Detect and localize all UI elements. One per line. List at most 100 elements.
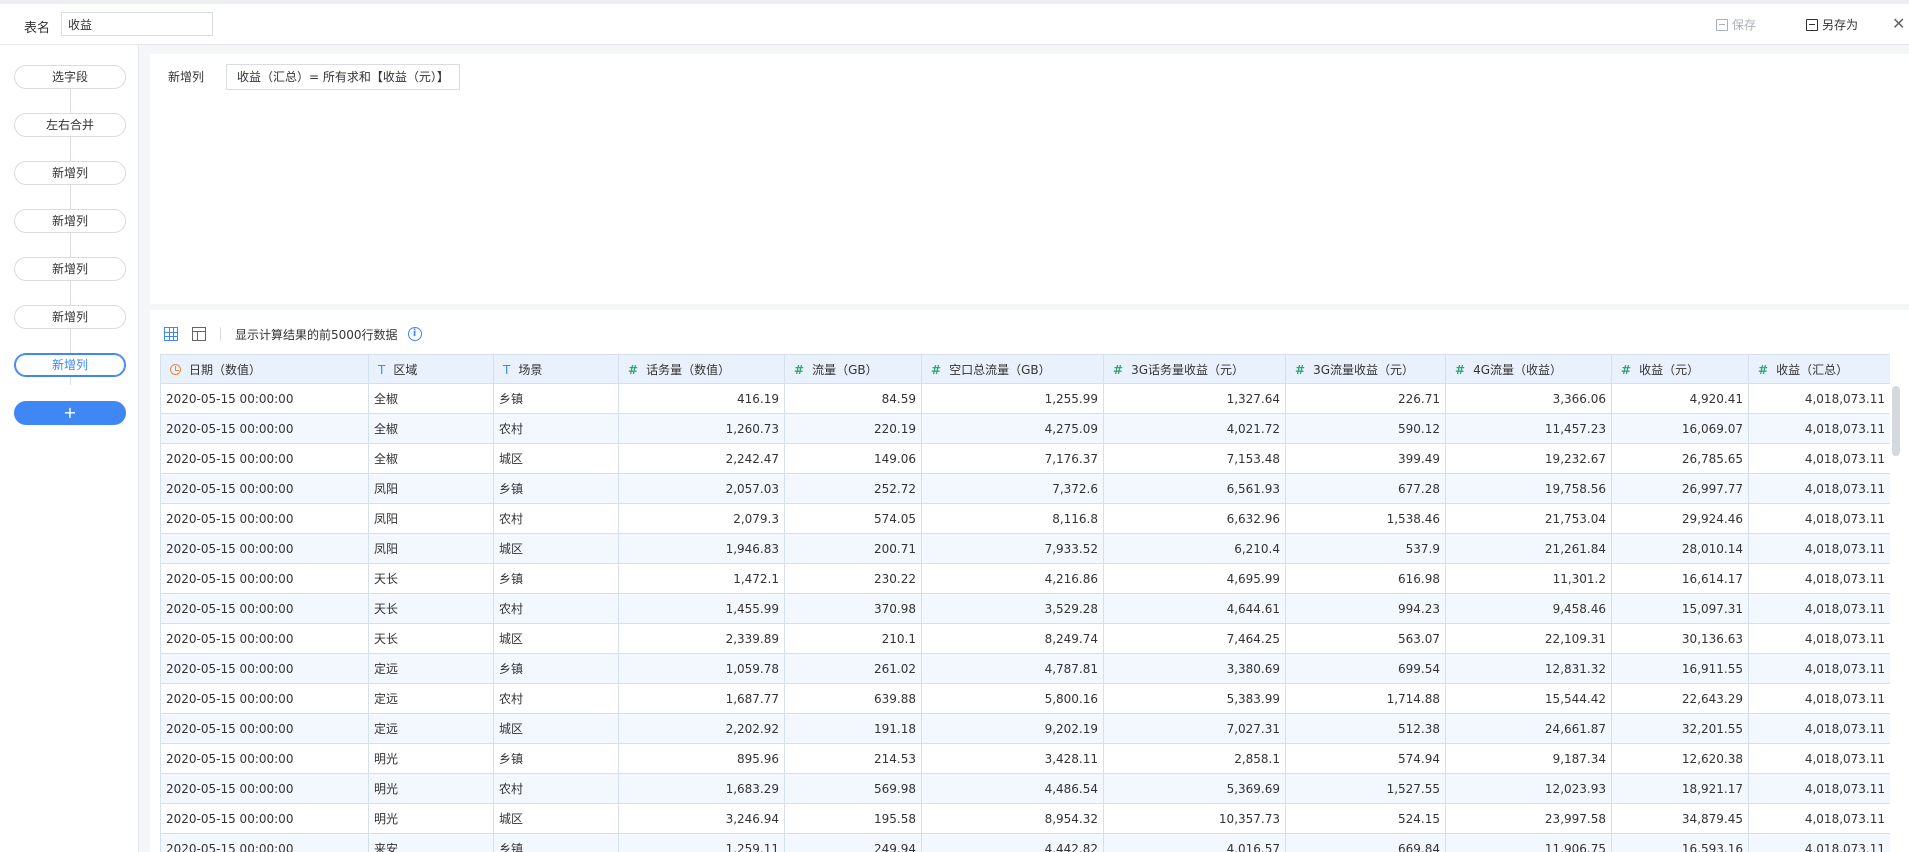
- table-cell: 1,455.99: [618, 593, 785, 624]
- table-row[interactable]: 2020-05-15 00:00:00 凤阳 城区 1,946.83 200.71 7,9…: [160, 533, 1890, 564]
- table-toolbar: 显示计算结果的前5000行数据 i: [164, 324, 422, 344]
- table-cell: 16,614.17: [1611, 563, 1749, 594]
- table-row[interactable]: 2020-05-15 00:00:00 天长 城区 2,339.89 210.1 8,24…: [160, 623, 1890, 654]
- table-cell: 21,261.84: [1445, 533, 1612, 564]
- table-cell: 994.23: [1285, 593, 1446, 624]
- info-icon[interactable]: i: [407, 327, 422, 341]
- step-item[interactable]: 新增列: [14, 305, 126, 329]
- table-cell: 11,301.2: [1445, 563, 1612, 594]
- column-header[interactable]: # 收益（汇总）: [1748, 354, 1890, 384]
- column-header-label: 话务量（数值）: [646, 362, 731, 377]
- table-cell: 9,202.19: [921, 713, 1104, 744]
- table-cell: 15,097.31: [1611, 593, 1749, 624]
- vertical-scrollbar[interactable]: [1892, 386, 1900, 456]
- table-cell: 1,714.88: [1285, 683, 1446, 714]
- column-header-label: 收益（汇总）: [1776, 362, 1849, 377]
- table-cell: 28,010.14: [1611, 533, 1749, 564]
- table-cell: 城区: [493, 443, 619, 474]
- table-cell: 24,661.87: [1445, 713, 1612, 744]
- table-cell: 574.05: [784, 503, 922, 534]
- table-cell: 2,202.92: [618, 713, 785, 744]
- step-item[interactable]: 左右合并: [14, 113, 126, 137]
- table-row[interactable]: 2020-05-15 00:00:00 定远 农村 1,687.77 639.88 5,8…: [160, 683, 1890, 714]
- table-cell: 2020-05-15 00:00:00: [160, 803, 369, 834]
- table-cell: 512.38: [1285, 713, 1446, 744]
- column-header[interactable]: # 收益（元）: [1611, 354, 1749, 384]
- table-cell: 4,018,073.11: [1748, 683, 1890, 714]
- table-row[interactable]: 2020-05-15 00:00:00 全椒 农村 1,260.73 220.19 4,2…: [160, 413, 1890, 444]
- table-row[interactable]: 2020-05-15 00:00:00 明光 乡镇 895.96 214.53 3,428…: [160, 743, 1890, 774]
- table-row[interactable]: 2020-05-15 00:00:00 凤阳 农村 2,079.3 574.05 8,11…: [160, 503, 1890, 534]
- table-row[interactable]: 2020-05-15 00:00:00 天长 农村 1,455.99 370.98 3,5…: [160, 593, 1890, 624]
- column-header-label: 区域: [393, 362, 418, 377]
- step-item[interactable]: 新增列: [14, 209, 126, 233]
- table-cell: 7,027.31: [1103, 713, 1286, 744]
- formula-expression[interactable]: 收益（汇总）= 所有求和【收益（元）】: [226, 64, 460, 90]
- layout-view-icon[interactable]: [192, 327, 206, 341]
- save-as-button[interactable]: 另存为: [1806, 16, 1858, 33]
- table-cell: 2020-05-15 00:00:00: [160, 653, 369, 684]
- table-cell: 669.84: [1285, 833, 1446, 852]
- table-cell: 4,018,073.11: [1748, 653, 1890, 684]
- step-item[interactable]: 新增列: [14, 161, 126, 185]
- column-header[interactable]: # 话务量（数值）: [618, 354, 785, 384]
- table-cell: 5,369.69: [1103, 773, 1286, 804]
- table-cell: 农村: [493, 413, 619, 444]
- table-row[interactable]: 2020-05-15 00:00:00 定远 乡镇 1,059.78 261.02 4,7…: [160, 653, 1890, 684]
- table-cell: 4,018,073.11: [1748, 503, 1890, 534]
- table-row[interactable]: 2020-05-15 00:00:00 来安 乡镇 1,259.11 249.94 4,4…: [160, 833, 1890, 852]
- step-sidebar: 选字段 左右合并 新增列 新增列 新增列 新增列 新增列 +: [0, 45, 139, 852]
- close-icon[interactable]: ✕: [1892, 14, 1905, 33]
- table-cell: 定远: [368, 713, 494, 744]
- table-cell: 12,023.93: [1445, 773, 1612, 804]
- table-view-icon[interactable]: [164, 327, 178, 341]
- column-header[interactable]: 日期（数值）: [160, 354, 369, 384]
- table-cell: 定远: [368, 683, 494, 714]
- table-row[interactable]: 2020-05-15 00:00:00 明光 农村 1,683.29 569.98 4,4…: [160, 773, 1890, 804]
- table-body: 2020-05-15 00:00:00 全椒 乡镇 416.19 84.59 1,255.…: [160, 383, 1890, 852]
- table-cell: 3,366.06: [1445, 383, 1612, 414]
- table-cell: 4,018,073.11: [1748, 533, 1890, 564]
- table-cell: 1,538.46: [1285, 503, 1446, 534]
- save-button[interactable]: 保存: [1716, 16, 1756, 33]
- toolbar-divider: [220, 327, 221, 341]
- column-header-label: 日期（数值）: [189, 362, 262, 377]
- table-row[interactable]: 2020-05-15 00:00:00 明光 城区 3,246.94 195.58 8,9…: [160, 803, 1890, 834]
- step-item[interactable]: 新增列: [14, 353, 126, 377]
- column-header[interactable]: T 区域: [368, 354, 494, 384]
- column-header[interactable]: #3G流量收益（元）: [1285, 354, 1446, 384]
- table-row[interactable]: 2020-05-15 00:00:00 全椒 城区 2,242.47 149.06 7,1…: [160, 443, 1890, 474]
- table-cell: 2020-05-15 00:00:00: [160, 833, 369, 852]
- table-cell: 4,018,073.11: [1748, 473, 1890, 504]
- table-cell: 天长: [368, 623, 494, 654]
- table-name-input[interactable]: [61, 12, 213, 36]
- table-cell: 9,458.46: [1445, 593, 1612, 624]
- table-cell: 乡镇: [493, 473, 619, 504]
- table-cell: 乡镇: [493, 653, 619, 684]
- table-cell: 22,109.31: [1445, 623, 1612, 654]
- step-item[interactable]: 选字段: [14, 65, 126, 89]
- add-step-button[interactable]: +: [14, 401, 126, 425]
- table-cell: 30,136.63: [1611, 623, 1749, 654]
- column-header[interactable]: #3G话务量收益（元）: [1103, 354, 1286, 384]
- table-cell: 7,176.37: [921, 443, 1104, 474]
- table-row[interactable]: 2020-05-15 00:00:00 天长 乡镇 1,472.1 230.22 4,21…: [160, 563, 1890, 594]
- step-item[interactable]: 新增列: [14, 257, 126, 281]
- table-cell: 7,153.48: [1103, 443, 1286, 474]
- table-cell: 249.94: [784, 833, 922, 852]
- table-cell: 明光: [368, 803, 494, 834]
- table-cell: 2,079.3: [618, 503, 785, 534]
- column-header[interactable]: T 场景: [493, 354, 619, 384]
- number-type-icon: #: [1295, 362, 1306, 377]
- table-cell: 4,018,073.11: [1748, 443, 1890, 474]
- table-row[interactable]: 2020-05-15 00:00:00 全椒 乡镇 416.19 84.59 1,255.…: [160, 383, 1890, 414]
- column-header[interactable]: #4G流量（收益）: [1445, 354, 1612, 384]
- table-row[interactable]: 2020-05-15 00:00:00 定远 城区 2,202.92 191.18 9,2…: [160, 713, 1890, 744]
- table-cell: 21,753.04: [1445, 503, 1612, 534]
- column-header[interactable]: # 空口总流量（GB）: [921, 354, 1104, 384]
- table-cell: 1,527.55: [1285, 773, 1446, 804]
- table-cell: 1,260.73: [618, 413, 785, 444]
- column-header[interactable]: # 流量（GB）: [784, 354, 922, 384]
- table-cell: 6,210.4: [1103, 533, 1286, 564]
- table-row[interactable]: 2020-05-15 00:00:00 凤阳 乡镇 2,057.03 252.72 7,3…: [160, 473, 1890, 504]
